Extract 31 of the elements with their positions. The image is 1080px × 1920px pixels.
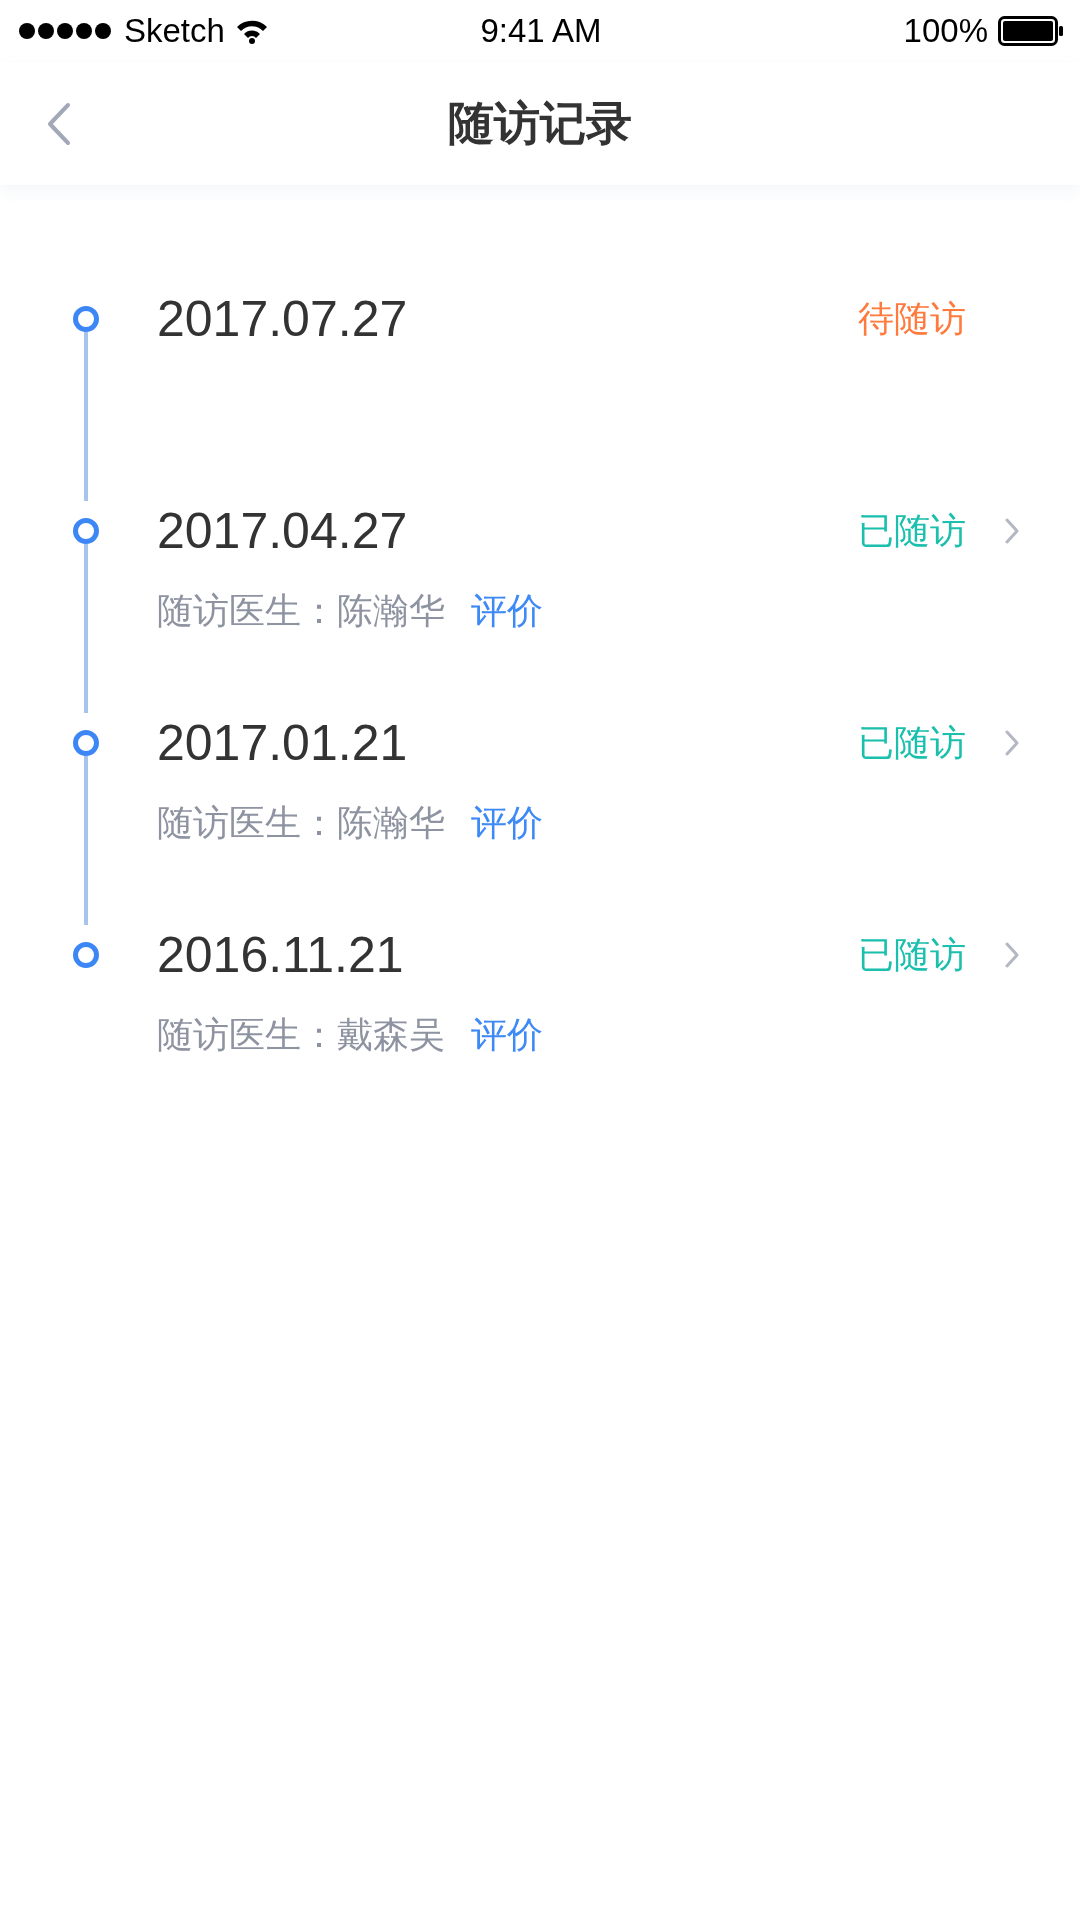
carrier-name: Sketch xyxy=(124,12,225,50)
record-status: 已随访 xyxy=(858,932,966,977)
record-status: 待随访 xyxy=(858,296,966,341)
doctor-label: 随访医生： xyxy=(157,589,337,633)
doctor-name: 陈瀚华 xyxy=(337,589,445,633)
rate-link[interactable]: 评价 xyxy=(471,1011,543,1060)
record-date: 2017.04.27 xyxy=(157,502,409,560)
chevron-icon[interactable] xyxy=(1004,941,1020,969)
timeline-dot xyxy=(73,942,99,968)
back-icon[interactable] xyxy=(46,102,72,146)
record-date: 2017.01.21 xyxy=(157,714,409,772)
battery-icon xyxy=(998,16,1064,46)
chevron-icon[interactable] xyxy=(1004,517,1020,545)
page-title: 随访记录 xyxy=(448,94,632,152)
record-status: 已随访 xyxy=(858,508,966,553)
doctor-label: 随访医生： xyxy=(157,1013,337,1057)
battery-percent: 100% xyxy=(903,12,988,50)
doctor-name: 戴森吴 xyxy=(337,1013,445,1057)
timeline-dot xyxy=(73,518,99,544)
timeline-dot xyxy=(73,306,99,332)
rate-link[interactable]: 评价 xyxy=(471,587,543,636)
signal-icon xyxy=(18,21,114,41)
record-date: 2016.11.21 xyxy=(157,926,405,984)
doctor-label: 随访医生： xyxy=(157,801,337,845)
chevron-icon[interactable] xyxy=(1004,729,1020,757)
doctor-name: 陈瀚华 xyxy=(337,801,445,845)
timeline-dot xyxy=(73,730,99,756)
record-date: 2017.07.27 xyxy=(157,290,409,348)
clock-time: 9:41 AM xyxy=(480,12,602,50)
rate-link[interactable]: 评价 xyxy=(471,799,543,848)
record-status: 已随访 xyxy=(858,720,966,765)
